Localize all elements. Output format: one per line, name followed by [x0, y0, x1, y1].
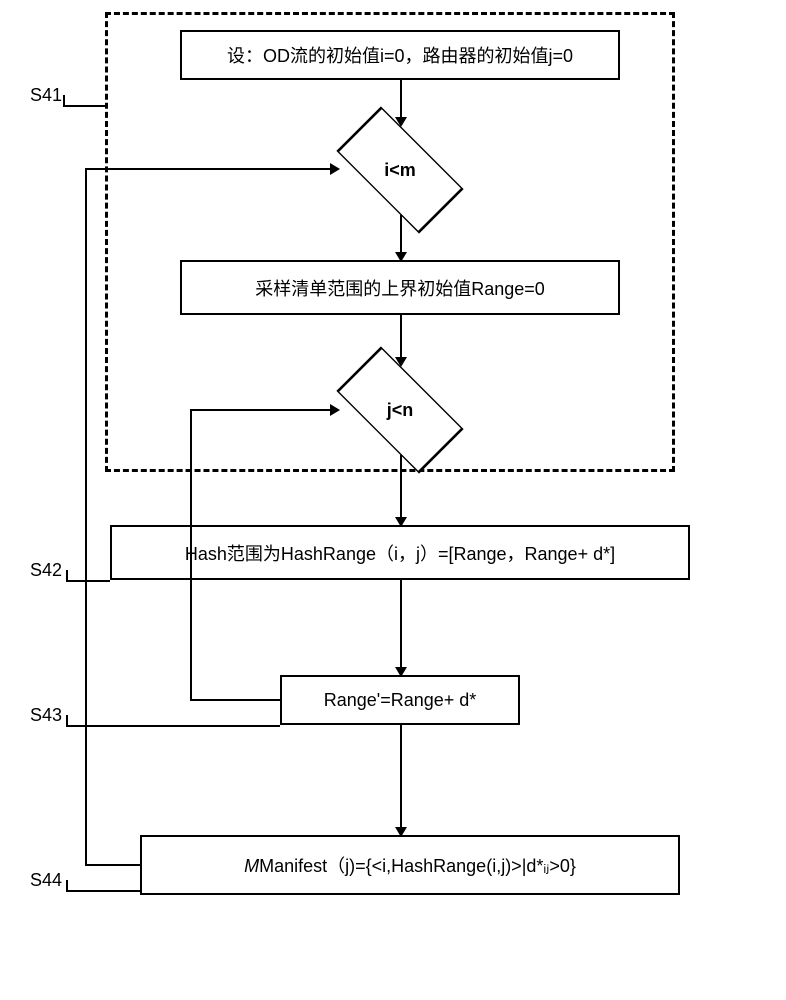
node-init-text: 设：OD流的初始值i=0，路由器的初始值j=0 — [227, 42, 573, 68]
arrow-range-update-to-manifest — [400, 725, 402, 835]
leader-s41-v — [63, 95, 65, 105]
arrow-init-to-cond-i — [400, 80, 402, 125]
node-cond-j: j<n — [335, 365, 465, 455]
loop-j-h2 — [190, 409, 338, 411]
node-manifest-text: Manifest（j)={<i,HashRange(i,j)>|d*ᵢⱼ>0} — [259, 856, 576, 876]
node-cond-i: i<m — [335, 125, 465, 215]
arrow-cond-i-to-range-init — [400, 215, 402, 260]
label-s42: S42 — [30, 560, 62, 581]
node-cond-i-text: i<m — [384, 160, 416, 181]
node-range-update: Range'=Range+ d* — [280, 675, 520, 725]
label-s44: S44 — [30, 870, 62, 891]
loop-j-h1 — [190, 699, 280, 701]
node-range-init: 采样清单范围的上界初始值Range=0 — [180, 260, 620, 315]
loop-i-h1 — [85, 864, 140, 866]
node-range-init-text: 采样清单范围的上界初始值Range=0 — [255, 275, 545, 301]
loop-j-v — [190, 409, 192, 701]
node-init: 设：OD流的初始值i=0，路由器的初始值j=0 — [180, 30, 620, 80]
loop-i-h2 — [85, 168, 338, 170]
node-hash-range-text: Hash范围为HashRange（i，j）=[Range，Range+ d*] — [185, 540, 615, 566]
arrow-range-init-to-cond-j — [400, 315, 402, 365]
arrow-hash-to-range-update — [400, 580, 402, 675]
leader-s44-v — [66, 880, 68, 890]
leader-s42-v — [66, 570, 68, 580]
label-s43: S43 — [30, 705, 62, 726]
leader-s44 — [66, 890, 140, 892]
node-manifest: MManifest（j)={<i,HashRange(i,j)>|d*ᵢⱼ>0} — [140, 835, 680, 895]
loop-i-v — [85, 168, 87, 866]
node-hash-range: Hash范围为HashRange（i，j）=[Range，Range+ d*] — [110, 525, 690, 580]
label-s41: S41 — [30, 85, 62, 106]
leader-s41 — [63, 105, 107, 107]
arrow-cond-j-to-hash — [400, 455, 402, 525]
leader-s43-v — [66, 715, 68, 725]
leader-s42 — [66, 580, 110, 582]
node-cond-j-text: j<n — [387, 400, 414, 421]
node-range-update-text: Range'=Range+ d* — [324, 690, 477, 711]
leader-s43 — [66, 725, 280, 727]
